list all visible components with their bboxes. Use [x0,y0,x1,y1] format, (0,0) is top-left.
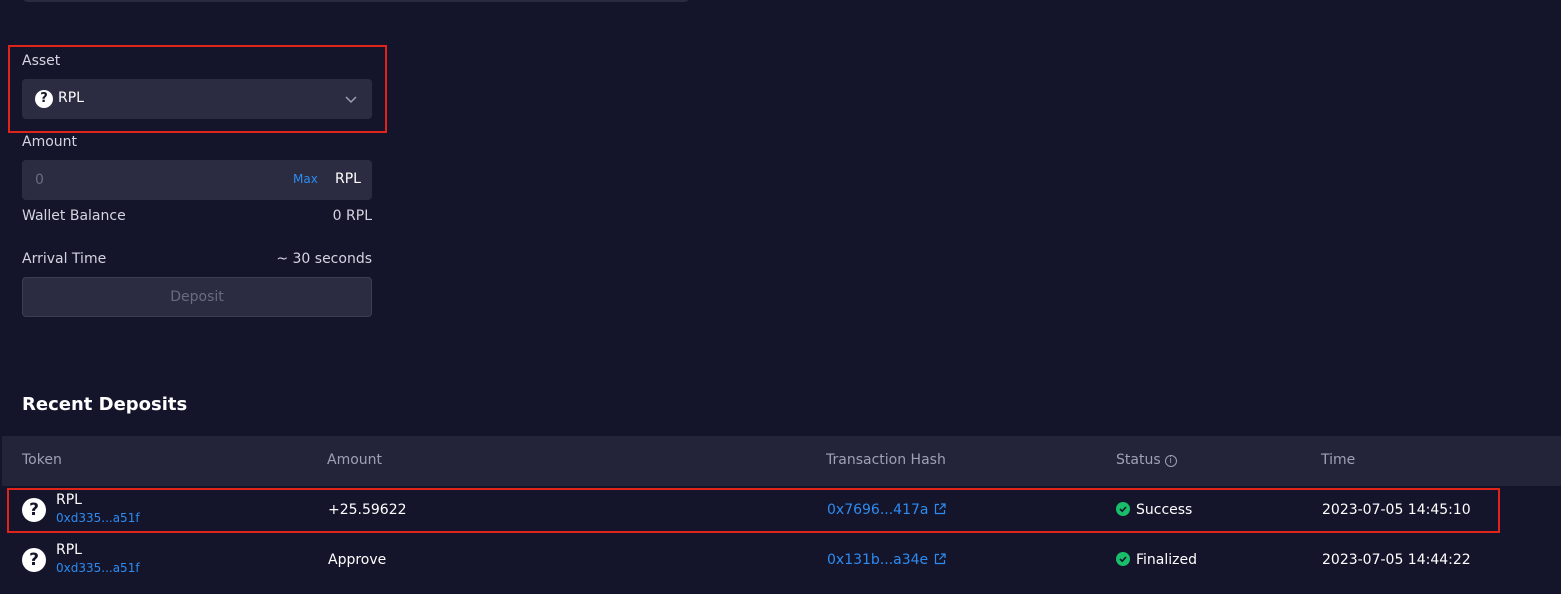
chevron-down-icon [345,96,357,104]
external-link-icon [935,553,946,565]
external-link-icon [935,503,947,515]
token-address-link[interactable]: 0xd335...a51f [56,511,140,525]
wallet-balance-label: Wallet Balance [22,208,126,224]
arrival-time-value: ~ 30 seconds [276,251,372,267]
asset-label: Asset [22,53,61,69]
check-circle-icon [1116,502,1130,516]
amount-unit: RPL [335,171,361,187]
top-field-edge [22,0,690,2]
transaction-hash-link[interactable]: 0x7696...417a [827,502,947,518]
column-token: Token [22,452,62,468]
question-icon: ? [22,548,46,572]
asset-selected-value: RPL [58,90,84,106]
status-cell: Finalized [1116,552,1197,568]
transaction-hash-text: 0x7696...417a [827,502,929,518]
max-button[interactable]: Max [293,172,318,186]
transaction-hash-link[interactable]: 0x131b...a34e [827,552,946,568]
table-row: ? RPL 0xd335...a51f Approve 0x131b...a34… [2,536,1561,586]
deposit-button[interactable]: Deposit [22,277,372,317]
deposit-amount: +25.59622 [328,502,407,518]
amount-field: Max RPL [22,160,372,200]
arrival-time-label: Arrival Time [22,251,107,267]
transaction-hash-text: 0x131b...a34e [827,552,929,568]
table-row: ? RPL 0xd335...a51f +25.59622 0x7696...4… [2,486,1561,536]
info-icon[interactable]: i [1164,455,1177,467]
recent-deposits-title: Recent Deposits [22,394,188,415]
wallet-balance-value: 0 RPL [332,208,372,224]
token-name: RPL [56,542,82,558]
table-header: Token Amount Transaction Hash Status i Ti… [2,436,1561,486]
column-amount: Amount [327,452,383,468]
asset-select[interactable]: ? RPL [22,79,372,119]
amount-input[interactable] [22,160,282,200]
amount-label: Amount [22,134,78,150]
status-text: Success [1136,502,1193,518]
deposit-amount: Approve [328,552,387,568]
column-status-label: Status [1116,452,1161,468]
column-transaction-hash: Transaction Hash [826,452,946,468]
deposit-time: 2023-07-05 14:45:10 [1322,502,1471,518]
question-icon: ? [35,90,53,108]
column-status: Status i [1116,452,1177,468]
status-cell: Success [1116,502,1192,518]
token-address-link[interactable]: 0xd335...a51f [56,561,140,575]
column-time: Time [1321,452,1356,468]
deposit-time: 2023-07-05 14:44:22 [1322,552,1471,568]
deposit-page: Asset ? RPL Amount Max RPL Wallet Balanc… [0,0,1561,594]
token-name: RPL [56,492,82,508]
status-text: Finalized [1136,552,1198,568]
check-circle-icon [1116,552,1130,566]
question-icon: ? [22,498,46,522]
